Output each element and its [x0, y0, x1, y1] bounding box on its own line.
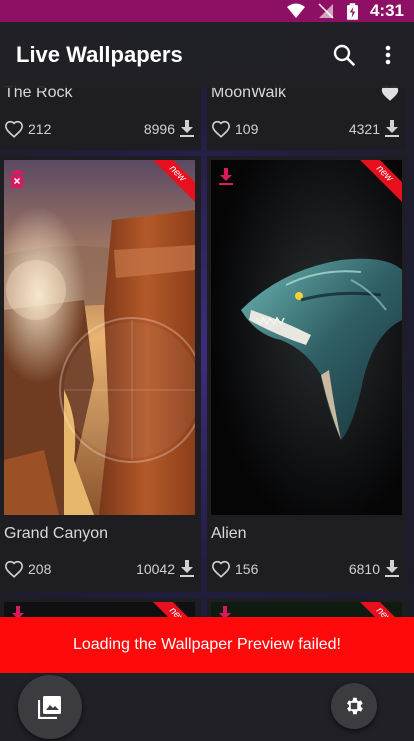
- wallpaper-stats: 156 6810: [211, 560, 400, 578]
- downloads-stat: 6810: [349, 560, 400, 578]
- wallpaper-card-alien[interactable]: new Alien 156 6810: [207, 156, 406, 592]
- downloads-count: 10042: [136, 561, 175, 577]
- likes-count: 212: [28, 121, 52, 137]
- heart-outline-icon: [211, 560, 231, 578]
- new-badge: new: [360, 160, 402, 202]
- clock: 4:31: [369, 1, 404, 20]
- likes-count: 208: [28, 561, 52, 577]
- error-toast: Loading the Wallpaper Preview failed!: [0, 617, 414, 673]
- more-vert-icon: [385, 45, 391, 65]
- status-bar: 4:31: [0, 0, 414, 22]
- settings-gear-icon: [347, 697, 363, 715]
- downloads-stat: 4321: [349, 120, 400, 138]
- downloads-stat: 8996: [144, 120, 195, 138]
- download-icon: [180, 120, 194, 137]
- search-icon: [333, 44, 355, 66]
- likes-stat[interactable]: 208: [4, 560, 51, 578]
- download-icon: [385, 120, 399, 137]
- heart-outline-icon: [4, 120, 24, 138]
- delete-icon[interactable]: [10, 170, 24, 188]
- wallpaper-stats: 208 10042: [4, 560, 195, 578]
- wallpaper-stats: 212 8996: [4, 120, 195, 138]
- gallery-icon: [38, 696, 61, 719]
- wifi-icon: [286, 3, 305, 18]
- download-icon[interactable]: [218, 168, 234, 186]
- wallpaper-stats: 109 4321: [211, 120, 400, 138]
- gallery-button[interactable]: [18, 675, 82, 739]
- bottom-bar: [0, 673, 414, 741]
- likes-stat[interactable]: 212: [4, 120, 51, 138]
- app-title: Live Wallpapers: [16, 42, 183, 67]
- downloads-stat: 10042: [136, 560, 195, 578]
- screen: The Rock 212 8996 MoonWalk 109 4321 new …: [0, 0, 414, 741]
- heart-outline-icon: [4, 560, 24, 578]
- downloads-count: 4321: [348, 121, 380, 137]
- heart-outline-icon: [211, 120, 231, 138]
- alien-image: [211, 160, 402, 515]
- battery-charging-icon: [346, 2, 358, 20]
- new-badge: new: [153, 160, 195, 202]
- search-button[interactable]: [322, 33, 366, 77]
- wallpaper-card-grand-canyon[interactable]: new Grand Canyon 208 10042: [0, 156, 201, 592]
- app-bar: Live Wallpapers: [0, 22, 414, 88]
- downloads-count: 8996: [143, 121, 175, 137]
- download-icon: [180, 560, 194, 577]
- toast-message: Loading the Wallpaper Preview failed!: [72, 636, 341, 653]
- settings-button[interactable]: [331, 683, 377, 729]
- overflow-menu-button[interactable]: [366, 33, 410, 77]
- likes-count: 156: [235, 561, 259, 577]
- grand-canyon-image: [4, 160, 195, 515]
- downloads-count: 6810: [348, 561, 380, 577]
- wallpaper-name: Alien: [211, 525, 247, 542]
- download-icon: [385, 560, 399, 577]
- likes-count: 109: [235, 121, 259, 137]
- wallpaper-thumbnail[interactable]: new: [211, 160, 402, 515]
- likes-stat[interactable]: 109: [211, 120, 258, 138]
- likes-stat[interactable]: 156: [211, 560, 258, 578]
- no-signal-icon: [318, 3, 334, 19]
- wallpaper-name: Grand Canyon: [4, 525, 109, 542]
- wallpaper-thumbnail[interactable]: new: [4, 160, 195, 515]
